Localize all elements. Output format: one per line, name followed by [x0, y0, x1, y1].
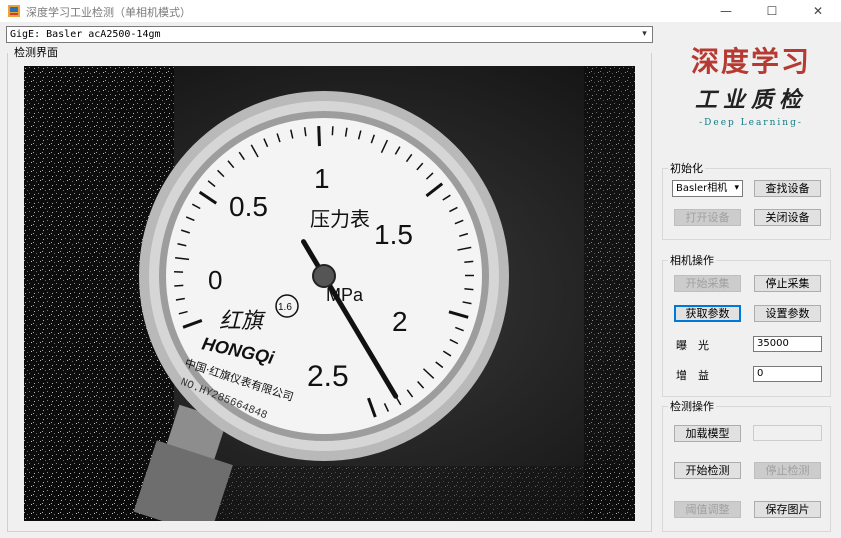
logo-subtitle: 工业质检 [694, 87, 807, 113]
gauge-brand-latin: HONGQi [200, 333, 277, 368]
gauge-tick [217, 169, 225, 178]
gauge-tick [406, 389, 414, 398]
gauge-tick [422, 368, 435, 379]
camera-select[interactable]: GigE: Basler acA2500-14gm ▾ [6, 26, 653, 43]
gauge-tick [464, 260, 474, 263]
exposure-input[interactable]: 35000 [753, 336, 822, 352]
gauge-tick [367, 397, 377, 418]
stop-detect-button[interactable]: 停止检测 [754, 462, 821, 479]
gauge-maker: 中国·红旗仪表有限公司 [183, 356, 295, 404]
logo-english: -Deep Learning- [699, 118, 803, 128]
gauge-tick [383, 403, 390, 412]
gauge-tick [442, 350, 452, 357]
model-path-field[interactable] [753, 425, 822, 441]
gauge-class-mark: 1.6 [278, 302, 292, 313]
logo-title: 深度学习 [690, 45, 811, 78]
gauge-tick [177, 243, 187, 247]
minimize-button[interactable]: — [703, 0, 749, 22]
gauge-tick [442, 194, 451, 201]
threshold-adjust-button[interactable]: 阈值调整 [674, 501, 741, 518]
gauge-tick [250, 144, 259, 158]
save-image-button[interactable]: 保存图片 [754, 501, 821, 518]
gauge-tick [175, 256, 190, 261]
gauge-tick [455, 326, 464, 332]
gauge-tick [448, 310, 469, 319]
gauge-tick [276, 133, 281, 143]
gauge-tick [425, 172, 434, 180]
close-device-button[interactable]: 关闭设备 [754, 209, 821, 226]
gauge-label-0: 0 [208, 265, 222, 295]
gauge-tick [303, 127, 307, 137]
stop-capture-button[interactable]: 停止采集 [754, 275, 821, 292]
start-detect-button[interactable]: 开始检测 [674, 462, 741, 479]
gauge-tick [198, 190, 218, 205]
window-title: 深度学习工业检测（单相机模式） [26, 6, 191, 19]
gauge-tick [459, 232, 469, 237]
gauge-label-1.5: 1.5 [374, 219, 413, 250]
set-params-button[interactable]: 设置参数 [754, 305, 821, 322]
gauge-tick [344, 127, 348, 137]
gauge-tick [207, 180, 216, 188]
gauge-label-1: 1 [314, 163, 330, 194]
gauge-tick [317, 126, 321, 147]
gain-label: 增 益 [676, 369, 709, 382]
gauge-tick [464, 288, 474, 291]
gauge-tick [394, 146, 401, 155]
gauge-tick [180, 229, 190, 234]
gauge-label-2: 2 [392, 306, 408, 337]
gauge-tick [290, 129, 294, 139]
gauge-tick [417, 380, 425, 389]
init-group-label: 初始化 [668, 160, 705, 176]
gauge-tick [191, 203, 201, 210]
gauge-tick [425, 182, 444, 198]
find-device-button[interactable]: 查找设备 [754, 180, 821, 197]
gauge-tick [175, 297, 185, 301]
gauge-tick [449, 338, 459, 345]
gauge-tick [380, 139, 389, 154]
gauge-title: 压力表 [310, 207, 370, 231]
close-button[interactable]: ✕ [795, 0, 841, 22]
gauge-tick [457, 246, 472, 251]
init-group [662, 168, 831, 240]
gauge-tick [357, 130, 362, 140]
gauge-tick [331, 126, 334, 136]
detect-panel-label: 检测界面 [12, 44, 60, 60]
gauge-tick [462, 301, 472, 305]
chevron-down-icon[interactable]: ▾ [734, 181, 739, 196]
camera-type-value: Basler相机 [676, 183, 728, 194]
chevron-down-icon[interactable]: ▾ [637, 27, 652, 42]
title-bar: 深度学习工业检测（单相机模式） — ☐ ✕ [0, 0, 841, 22]
gauge-tick [405, 153, 413, 163]
gauge-label-0.5: 0.5 [229, 191, 268, 222]
gauge-tick [238, 151, 245, 161]
app-icon [8, 5, 20, 17]
gain-input[interactable]: 0 [753, 366, 822, 382]
gauge-dial: 0 0.5 1 1.5 2 2.5 压力表 MPa 1.6 红旗 HONGQi … [174, 126, 475, 422]
gauge-hub [312, 264, 336, 288]
camera-select-value: GigE: Basler acA2500-14gm [10, 29, 161, 40]
detect-ops-group-label: 检测操作 [668, 398, 716, 414]
load-model-button[interactable]: 加载模型 [674, 425, 741, 442]
gauge-brand-script: 红旗 [219, 309, 266, 334]
gauge-tick [182, 319, 203, 329]
gauge-tick [263, 138, 269, 148]
exposure-label: 曝 光 [676, 339, 709, 352]
gauge-tick [178, 310, 188, 315]
maximize-button[interactable]: ☐ [749, 0, 795, 22]
gauge-tick [174, 284, 184, 287]
gauge-tick [454, 219, 464, 225]
gauge-tick [370, 134, 376, 144]
gauge-tick [227, 160, 235, 169]
get-params-button[interactable]: 获取参数 [674, 305, 741, 322]
camera-type-select[interactable]: Basler相机 ▾ [672, 180, 743, 197]
gauge-tick [435, 361, 444, 369]
gauge-tick [416, 162, 424, 171]
open-device-button[interactable]: 打开设备 [674, 209, 741, 226]
gauge-label-2.5: 2.5 [307, 360, 349, 393]
gauge-tick [449, 206, 458, 213]
start-capture-button[interactable]: 开始采集 [674, 275, 741, 292]
gauge-tick [185, 216, 195, 222]
camera-group-label: 相机操作 [668, 252, 716, 268]
logo: 深度学习 工业质检 -Deep Learning- [666, 40, 836, 140]
